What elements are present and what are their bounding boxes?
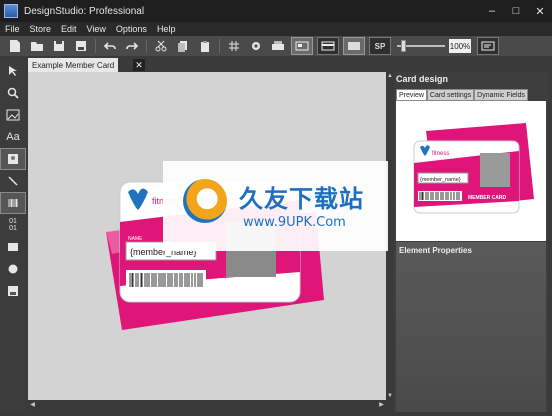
zoom-slider-thumb[interactable]	[401, 40, 407, 52]
watermark-chinese-text: 久友下载站	[239, 185, 364, 213]
toolbar-separator	[95, 39, 96, 53]
menu-edit[interactable]: Edit	[56, 24, 82, 34]
close-tab-icon[interactable]: ✕	[133, 59, 145, 71]
main-toolbar: SP 100%	[0, 36, 552, 56]
menu-file[interactable]: File	[0, 24, 25, 34]
tab-card-settings[interactable]: Card settings	[426, 89, 475, 101]
scroll-down-icon[interactable]: ▼	[386, 392, 394, 400]
paste-icon[interactable]	[194, 37, 216, 55]
scroll-left-icon[interactable]: ◀	[28, 400, 37, 409]
cut-icon[interactable]	[150, 37, 172, 55]
element-properties-title: Element Properties	[399, 246, 472, 255]
tool-palette: Aa 01 01	[0, 60, 26, 412]
open-folder-icon[interactable]	[26, 37, 48, 55]
copy-icon[interactable]	[172, 37, 194, 55]
card-preview: fitness {member_name} MEMBER CARD	[396, 101, 546, 241]
undo-icon[interactable]	[99, 37, 121, 55]
settings-gear-icon[interactable]	[245, 37, 267, 55]
document-tab-strip: Example Member Card ✕	[26, 58, 394, 72]
preview-card-artwork: fitness {member_name} MEMBER CARD	[413, 123, 534, 214]
save-card-icon[interactable]	[0, 280, 26, 302]
tab-example-member-card[interactable]: Example Member Card	[28, 58, 119, 72]
grid-icon[interactable]	[223, 37, 245, 55]
binary-field-icon[interactable]: 01 01	[0, 214, 26, 236]
site-watermark: 久友下载站 www.9UPK.Com	[163, 161, 388, 251]
app-logo-icon	[4, 4, 18, 18]
card-design-panel: Card design Preview Card settings Dynami…	[394, 72, 548, 412]
save-all-icon[interactable]	[70, 37, 92, 55]
barcode-tool-icon[interactable]	[0, 192, 26, 214]
text-tool-icon[interactable]: Aa	[0, 126, 26, 148]
close-window-button[interactable]: ✕	[528, 0, 552, 22]
minimize-button[interactable]: –	[480, 0, 504, 22]
app-window: DesignStudio: Professional – □ ✕ File St…	[0, 0, 552, 416]
title-bar: DesignStudio: Professional – □ ✕	[0, 0, 552, 22]
print-icon[interactable]	[267, 37, 289, 55]
new-document-icon[interactable]	[4, 37, 26, 55]
save-icon[interactable]	[48, 37, 70, 55]
scroll-up-icon[interactable]: ▲	[386, 72, 394, 80]
blank-card-icon[interactable]	[343, 37, 365, 55]
toolbar-separator	[146, 39, 147, 53]
element-properties-panel: Element Properties	[396, 242, 546, 412]
ellipse-tool-icon[interactable]	[0, 258, 26, 280]
watermark-logo-icon	[183, 179, 227, 223]
fit-to-screen-icon[interactable]	[477, 37, 499, 55]
menu-view[interactable]: View	[82, 24, 111, 34]
tab-preview[interactable]: Preview	[396, 89, 427, 101]
zoom-magnifier-icon[interactable]	[0, 82, 26, 104]
zoom-slider[interactable]	[395, 37, 447, 55]
menu-store[interactable]: Store	[25, 24, 57, 34]
preview-photo	[480, 153, 510, 187]
line-tool-icon[interactable]	[0, 170, 26, 192]
menu-help[interactable]: Help	[152, 24, 181, 34]
preview-member-text: {member_name}	[420, 177, 461, 183]
tab-dynamic-fields[interactable]: Dynamic Fields	[474, 89, 529, 101]
menu-bar: File Store Edit View Options Help	[0, 22, 552, 36]
menu-options[interactable]: Options	[111, 24, 152, 34]
select-arrow-icon[interactable]	[0, 60, 26, 82]
card-front-icon[interactable]	[291, 37, 313, 55]
panel-tabs: Preview Card settings Dynamic Fields	[396, 89, 529, 101]
zoom-level: 100%	[449, 39, 471, 53]
panel-title: Card design	[396, 74, 449, 84]
card-back-icon[interactable]	[317, 37, 339, 55]
redo-icon[interactable]	[121, 37, 143, 55]
image-tool-icon[interactable]	[0, 104, 26, 126]
toolbar-separator	[219, 39, 220, 53]
sp-icon[interactable]: SP	[369, 37, 391, 55]
member-card-label: MEMBER CARD	[218, 277, 279, 286]
horizontal-scrollbar[interactable]: ◀ ▶	[28, 400, 386, 409]
photo-placeholder-icon[interactable]	[0, 148, 26, 170]
maximize-button[interactable]: □	[504, 0, 528, 22]
window-title: DesignStudio: Professional	[24, 5, 145, 17]
rectangle-tool-icon[interactable]	[0, 236, 26, 258]
preview-member-card-label: MEMBER CARD	[468, 195, 506, 201]
watermark-url: www.9UPK.Com	[243, 215, 346, 230]
scroll-right-icon[interactable]: ▶	[377, 400, 386, 409]
name-label: NAME	[128, 236, 143, 242]
preview-brand-text: fitness	[432, 151, 449, 157]
